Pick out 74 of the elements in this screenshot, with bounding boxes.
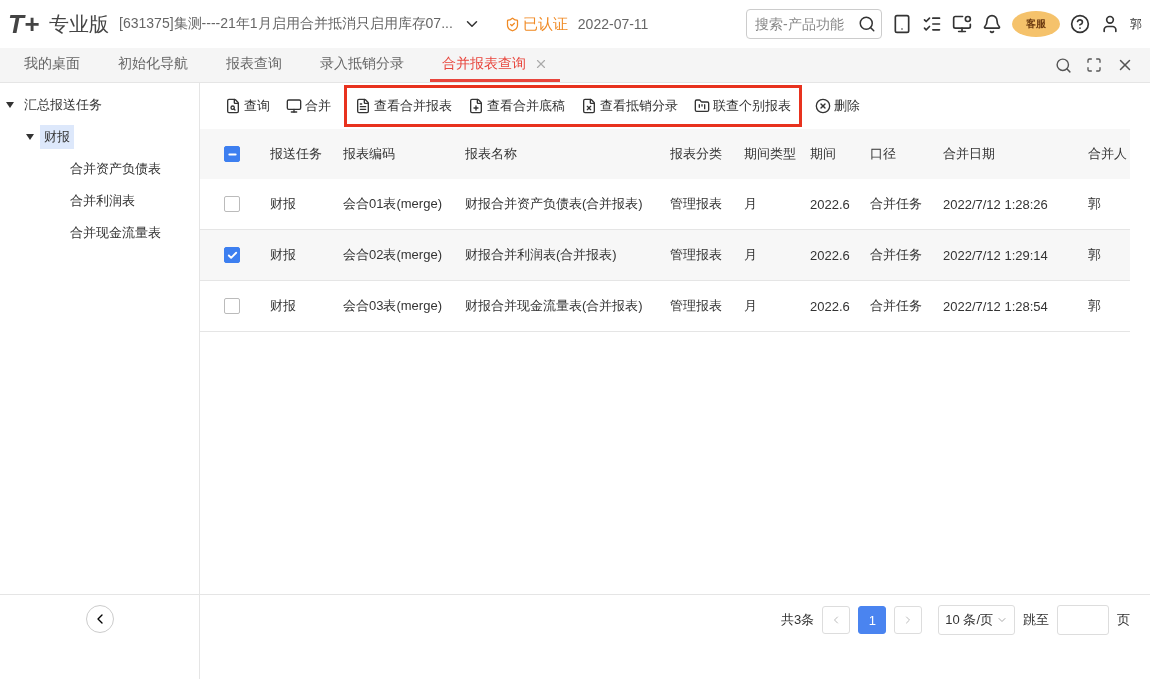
tab[interactable]: 录入抵销分录 (308, 48, 416, 82)
caret-icon[interactable] (26, 134, 34, 140)
table-cell: 会合02表(merge) (333, 230, 455, 281)
help-icon[interactable] (1070, 14, 1090, 34)
table-cell: 合并任务 (860, 230, 933, 281)
toolbar-button[interactable]: 查看抵销分录 (573, 97, 686, 115)
table-cell: 月 (734, 230, 800, 281)
row-checkbox[interactable] (224, 247, 240, 263)
row-checkbox[interactable] (224, 196, 240, 212)
search-icon[interactable] (1055, 56, 1072, 74)
account-selector[interactable]: [631375]集测----21年1月启用合并抵消只启用库存07... (119, 15, 453, 33)
table-cell: 2022/7/12 1:29:14 (933, 230, 1078, 281)
collapse-button[interactable] (85, 605, 114, 633)
document-plus-icon (468, 98, 484, 114)
total-count: 共3条 (781, 611, 815, 629)
column-header: 合并人 (1078, 129, 1130, 179)
column-header: 期间类型 (734, 129, 800, 179)
fullscreen-icon[interactable] (1086, 57, 1102, 73)
shield-icon (504, 16, 520, 32)
toolbar-button[interactable]: 联查个别报表 (686, 97, 799, 115)
column-header: 报送任务 (260, 129, 333, 179)
toolbar-button[interactable]: 查询 (217, 97, 278, 115)
column-header: 报表分类 (660, 129, 734, 179)
page-input[interactable] (1057, 605, 1109, 635)
tree-item[interactable]: 汇总报送任务 (20, 93, 106, 117)
search-field[interactable]: 搜索-产品功能 (746, 9, 882, 39)
row-checkbox[interactable] (224, 298, 240, 314)
toolbar-button[interactable]: 查看合并报表 (347, 97, 460, 115)
checklist-icon[interactable] (922, 14, 942, 34)
date-label: 2022-07-11 (577, 16, 649, 32)
toolbar-button[interactable]: 删除 (807, 97, 868, 115)
table-cell: 2022.6 (800, 230, 860, 281)
tablet-icon[interactable] (892, 14, 912, 34)
column-header: 报表名称 (455, 129, 660, 179)
document-icon (355, 98, 371, 114)
column-header: 期间 (800, 129, 860, 179)
jump-label: 跳至 (1023, 611, 1049, 629)
page-button[interactable]: 1 (858, 606, 887, 634)
toolbar-button[interactable]: 合并 (278, 97, 339, 115)
tab[interactable]: 我的桌面 (12, 48, 92, 82)
table-cell: 郭 (1078, 230, 1130, 281)
check-icon (226, 249, 238, 261)
monitor-icon (286, 98, 302, 114)
page-size-select[interactable]: 10 条/页 (938, 605, 1015, 635)
tab[interactable]: 初始化导航 (106, 48, 200, 82)
user-name: 郭 (1130, 15, 1142, 33)
page-unit-label: 页 (1117, 611, 1130, 629)
circle-x-icon (815, 98, 831, 114)
table-cell: 财报 (260, 230, 333, 281)
tab[interactable]: 报表查询 (214, 48, 294, 82)
certified-label: 已认证 (522, 14, 568, 34)
tree-item[interactable]: 合并利润表 (66, 189, 139, 213)
user-icon[interactable] (1100, 14, 1120, 34)
monitor-icon[interactable] (952, 14, 972, 34)
bell-icon[interactable] (982, 14, 1002, 34)
search-icon[interactable] (858, 15, 876, 33)
select-all-checkbox[interactable] (224, 146, 240, 162)
table-cell: 财报合并利润表(合并报表) (455, 230, 660, 281)
tree-item[interactable]: 财报 (40, 125, 74, 149)
caret-icon[interactable] (6, 102, 14, 108)
column-header: 合并日期 (933, 129, 1078, 179)
tab[interactable]: 合并报表查询 (430, 48, 560, 82)
edition-label: 专业版 (49, 11, 110, 37)
column-header: 报表编码 (333, 129, 455, 179)
document-search-icon (225, 98, 241, 114)
toolbar-button[interactable]: 查看合并底稿 (460, 97, 573, 115)
tree-item[interactable]: 合并现金流量表 (66, 221, 165, 245)
table-cell: 管理报表 (660, 230, 734, 281)
document-x-icon (581, 98, 597, 114)
app-logo: T+ (8, 8, 40, 40)
service-badge[interactable]: 客服 (1012, 11, 1060, 37)
folder-chart-icon (694, 98, 710, 114)
tree-item[interactable]: 合并资产负债表 (66, 157, 165, 181)
column-header: 口径 (860, 129, 933, 179)
